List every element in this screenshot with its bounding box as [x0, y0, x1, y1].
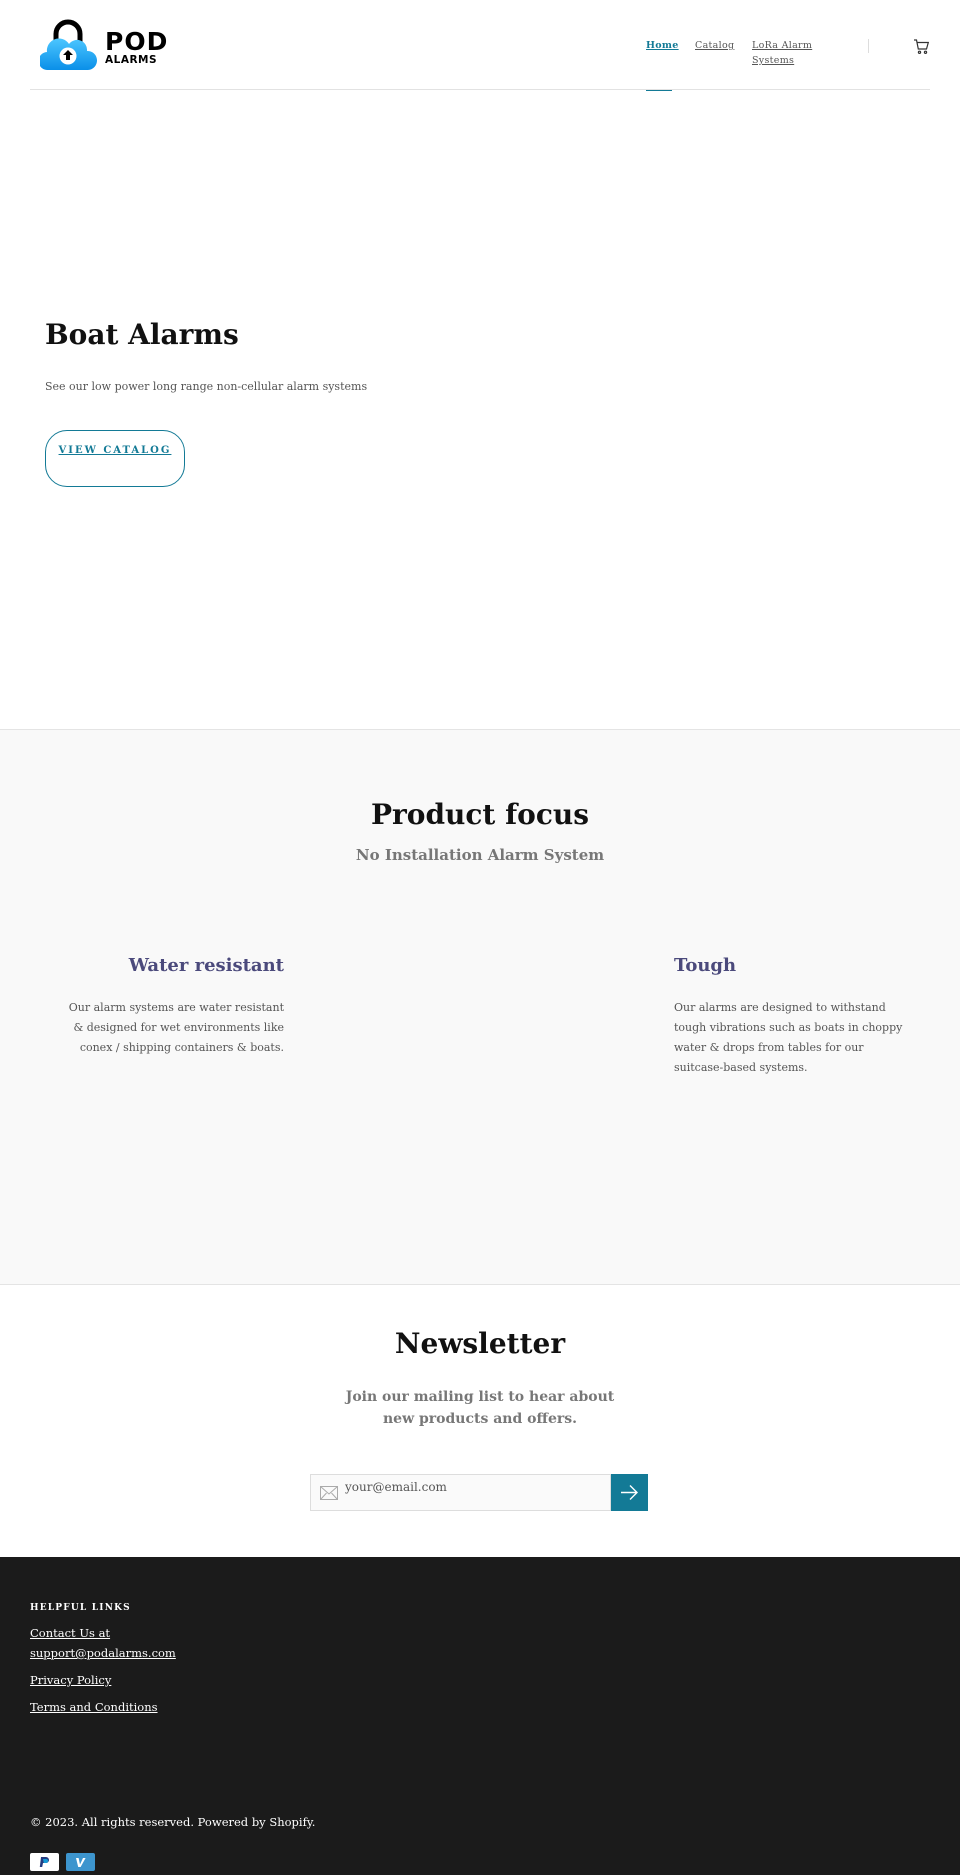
copyright-text: © 2023. All rights reserved. Powered by … [30, 1815, 316, 1829]
section-subtitle: No Installation Alarm System [355, 846, 605, 864]
logo-wordmark: POD ALARMS [105, 29, 168, 66]
site-footer: HELPFUL LINKS Contact Us at support@poda… [0, 1557, 960, 1875]
site-header: POD ALARMS Home Catalog LoRa Alarm Syste… [0, 0, 960, 91]
view-catalog-button[interactable]: VIEW CATALOG [45, 430, 185, 487]
footer-heading: HELPFUL LINKS [30, 1603, 131, 1613]
section-title: Product focus [370, 798, 590, 831]
venmo-icon [66, 1853, 95, 1871]
nav-lora-alarm-systems[interactable]: LoRa Alarm Systems [752, 38, 832, 68]
email-input[interactable] [345, 1475, 605, 1510]
logo-line-1: POD [105, 27, 169, 56]
mail-icon [320, 1486, 338, 1500]
feature-title-tough: Tough [674, 955, 737, 976]
nav-divider [868, 39, 869, 53]
newsletter-title: Newsletter [394, 1327, 566, 1360]
footer-link-privacy-policy[interactable]: Privacy Policy [30, 1670, 111, 1690]
newsletter-subtitle: Join our mailing list to hear about new … [345, 1389, 615, 1427]
nav-catalog[interactable]: Catalog [695, 38, 734, 53]
arrow-right-icon [621, 1485, 638, 1500]
feature-body-tough: Our alarms are designed to withstand tou… [674, 1001, 903, 1074]
cart-icon[interactable] [913, 38, 930, 55]
hero-subtitle: See our low power long range non-cellula… [45, 380, 368, 393]
feature-body-water-resistant: Our alarm systems are water resistant & … [68, 1001, 284, 1054]
logo-line-2: ALARMS [105, 54, 158, 66]
newsletter-submit-button[interactable] [611, 1474, 648, 1511]
nav-home[interactable]: Home [646, 38, 679, 53]
footer-link-contact[interactable]: Contact Us at support@podalarms.com [30, 1623, 220, 1663]
paypal-icon [30, 1853, 59, 1871]
header-divider [30, 89, 930, 90]
footer-link-terms[interactable]: Terms and Conditions [30, 1697, 158, 1717]
feature-title-water-resistant: Water resistant [128, 955, 284, 976]
hero-title: Boat Alarms [45, 318, 239, 351]
product-focus-section: Product focus No Installation Alarm Syst… [0, 729, 960, 1285]
newsletter-email-field [310, 1474, 611, 1511]
